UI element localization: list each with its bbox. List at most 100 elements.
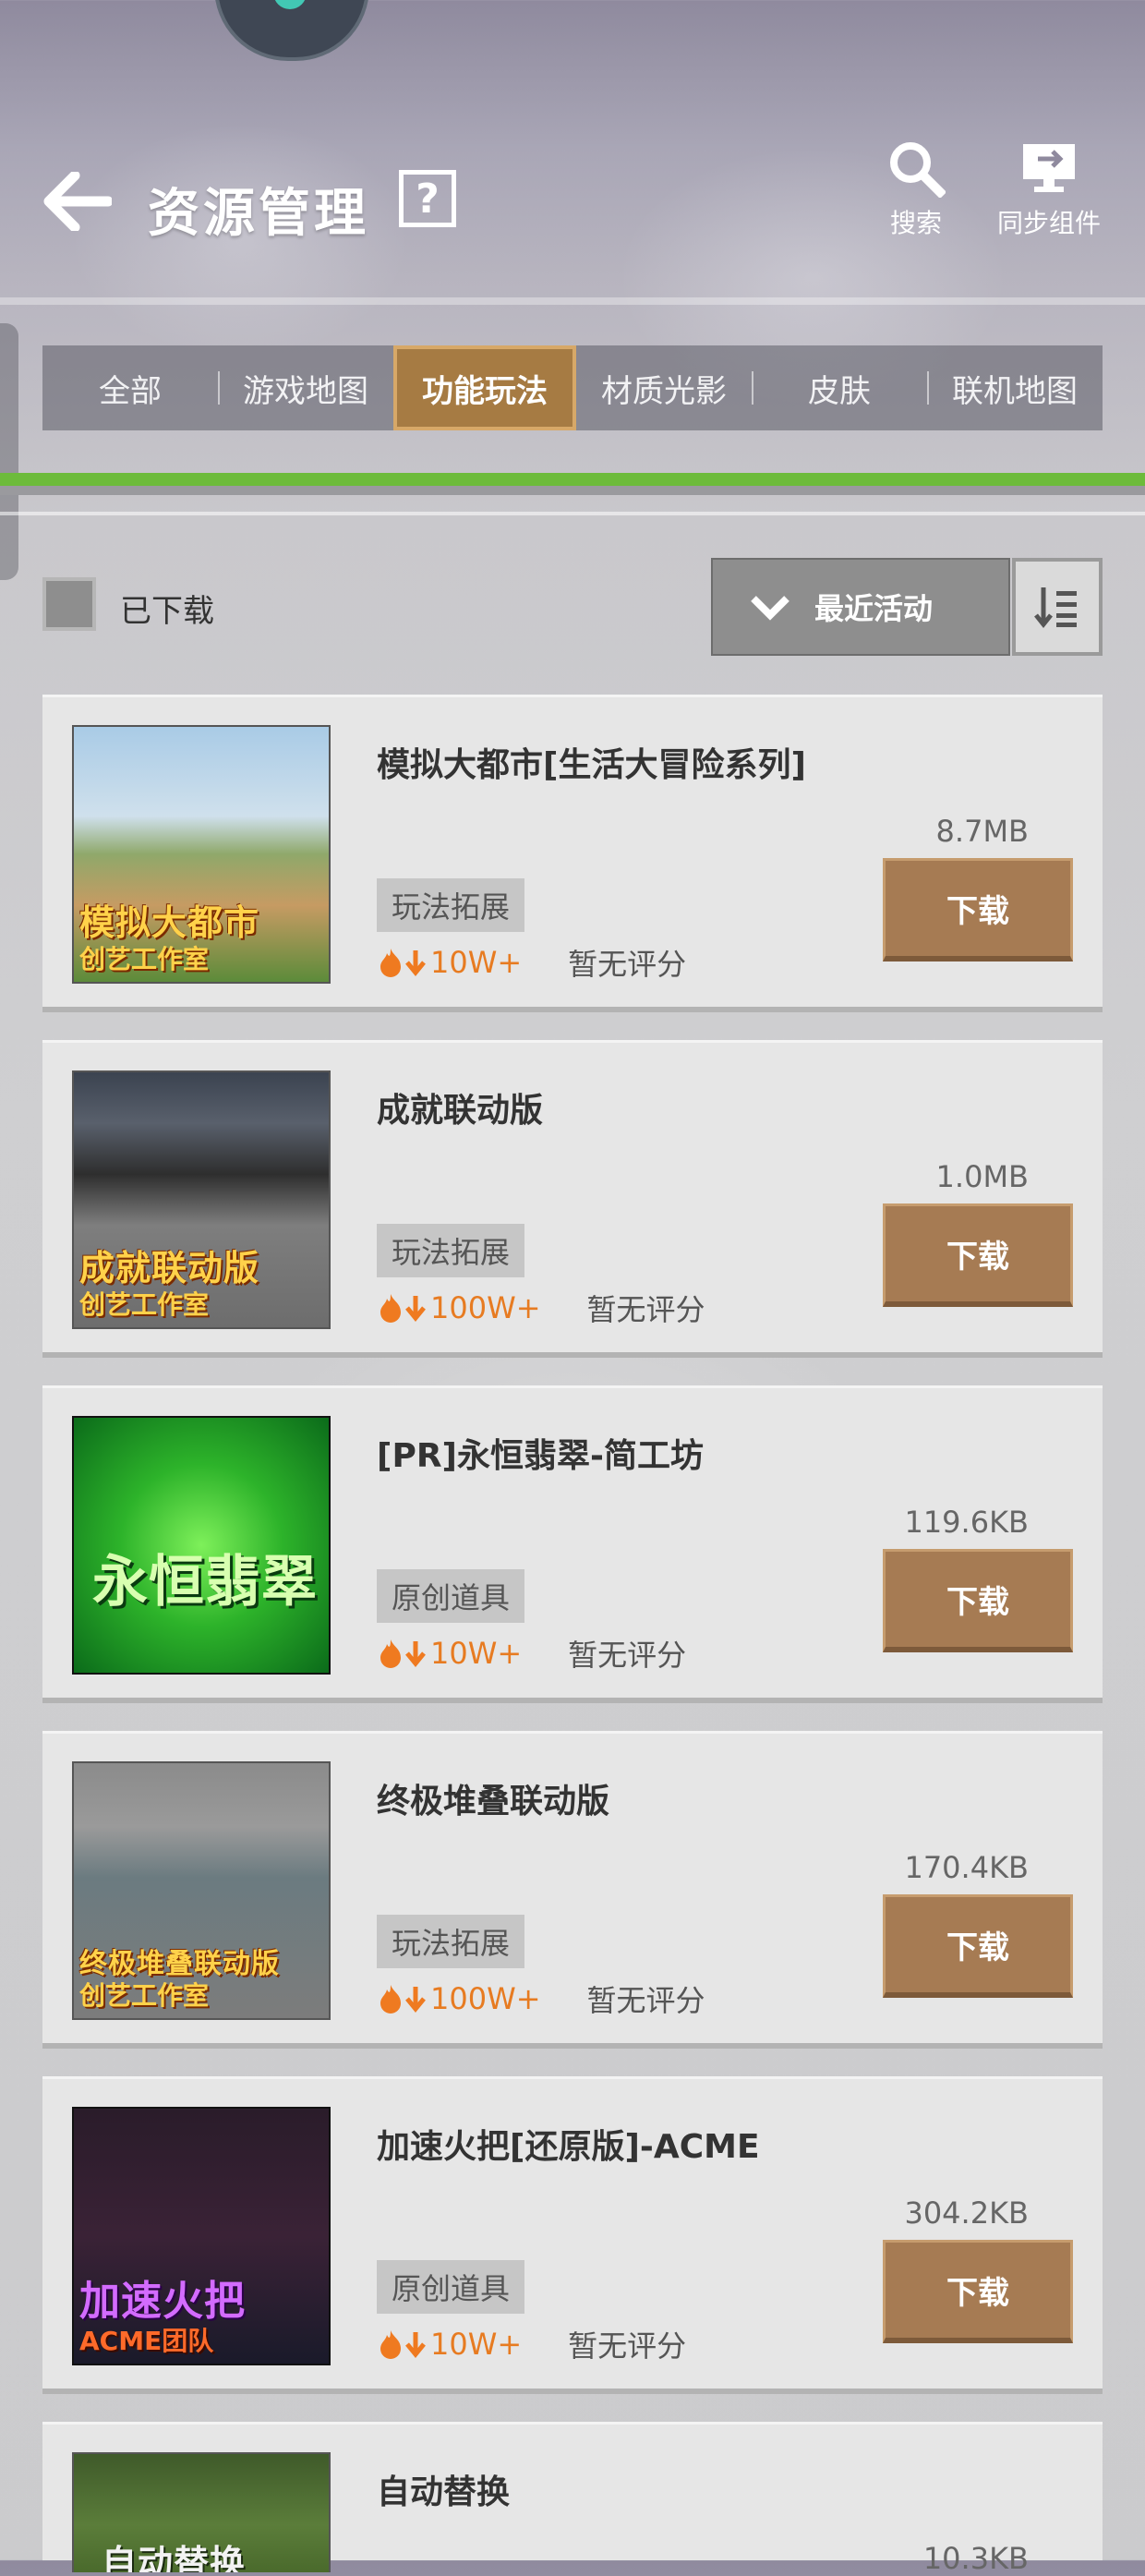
- header: 资源管理 ? 搜索 同步组件: [0, 139, 1145, 268]
- search-button[interactable]: 搜索: [886, 139, 946, 240]
- fire-icon: [380, 949, 401, 977]
- green-divider: [0, 473, 1145, 486]
- monitor-sync-icon: [1023, 144, 1075, 192]
- download-arrow-icon: [405, 1296, 426, 1322]
- rating: 暂无评分: [568, 1638, 687, 1673]
- search-label: 搜索: [889, 208, 942, 238]
- tab-all[interactable]: 全部: [42, 345, 218, 430]
- thumbnail-caption: 自动替换: [102, 2543, 247, 2572]
- rating: 暂无评分: [568, 2328, 687, 2364]
- resource-thumbnail: 永恒翡翠: [72, 1416, 331, 1675]
- help-button[interactable]: ?: [399, 170, 456, 227]
- downloaded-label: 已下载: [120, 593, 214, 630]
- resource-tag: 玩法拓展: [377, 1224, 525, 1277]
- download-arrow-icon: [405, 2332, 426, 2358]
- fire-icon: [380, 1294, 401, 1323]
- resource-stats: 100W+ 暂无评分: [377, 1287, 705, 1329]
- resource-tag: 原创道具: [377, 2260, 525, 2314]
- download-arrow-icon: [405, 1641, 426, 1667]
- fire-icon: [380, 1639, 401, 1668]
- divider-light: [0, 512, 1145, 515]
- resource-stats: 10W+ 暂无评分: [377, 2323, 686, 2365]
- thumbnail-caption: 永恒翡翠: [92, 1550, 318, 1615]
- download-arrow-icon: [405, 950, 426, 976]
- download-count: 100W+: [430, 1981, 541, 2016]
- resource-card[interactable]: 终极堆叠联动版 创艺工作室 终极堆叠联动版 170.4KB 玩法拓展 100W+…: [42, 1731, 1103, 2049]
- download-arrow-icon: [405, 1987, 426, 2013]
- divider: [0, 297, 1145, 305]
- download-button[interactable]: 下载: [883, 1894, 1073, 1998]
- thumbnail-caption: 模拟大都市: [79, 902, 260, 943]
- search-icon: [890, 142, 946, 198]
- resource-size: 119.6KB: [904, 1505, 1029, 1540]
- tab-textures[interactable]: 材质光影: [576, 345, 752, 430]
- resource-size: 10.3KB: [922, 2541, 1029, 2576]
- download-count: 10W+: [430, 1636, 523, 1671]
- thumbnail-caption: 成就联动版: [79, 1248, 260, 1288]
- resource-title: 成就联动版: [377, 1092, 544, 1130]
- resource-size: 8.7MB: [935, 814, 1029, 849]
- thumbnail-caption: 加速火把: [79, 2278, 246, 2325]
- resource-title: [PR]永恒翡翠-简工坊: [377, 1437, 704, 1475]
- resource-thumbnail: 终极堆叠联动版 创艺工作室: [72, 1761, 331, 2020]
- chevron-down-icon: [751, 596, 789, 621]
- resource-title: 模拟大都市[生活大冒险系列]: [377, 746, 806, 784]
- category-tabs: 全部 游戏地图 功能玩法 材质光影 皮肤 联机地图: [42, 345, 1103, 430]
- tab-game-maps[interactable]: 游戏地图: [218, 345, 393, 430]
- sort-order-icon: [1034, 587, 1077, 629]
- thumbnail-studio: 创艺工作室: [79, 1289, 210, 1320]
- resource-thumbnail: 自动替换: [72, 2452, 331, 2572]
- resource-tag: 玩法拓展: [377, 878, 525, 932]
- resource-card[interactable]: 加速火把 ACME团队 加速火把[还原版]-ACME 304.2KB 原创道具 …: [42, 2076, 1103, 2394]
- thumbnail-studio: 创艺工作室: [79, 944, 210, 974]
- tab-multiplayer-maps[interactable]: 联机地图: [927, 345, 1103, 430]
- rating: 暂无评分: [586, 1983, 705, 2018]
- download-button[interactable]: 下载: [883, 1203, 1073, 1307]
- resource-tag: 玩法拓展: [377, 1915, 525, 1968]
- resource-title: 加速火把[还原版]-ACME: [377, 2128, 760, 2166]
- resource-thumbnail: 成就联动版 创艺工作室: [72, 1070, 331, 1329]
- side-drawer-handle[interactable]: [0, 323, 18, 580]
- resource-card[interactable]: 自动替换 自动替换 10.3KB: [42, 2422, 1103, 2576]
- resource-size: 304.2KB: [904, 2195, 1029, 2231]
- sync-label: 同步组件: [997, 208, 1102, 238]
- rating: 暂无评分: [586, 1292, 705, 1327]
- resource-stats: 10W+ 暂无评分: [377, 1632, 686, 1675]
- thumbnail-studio: ACME团队: [79, 2326, 214, 2356]
- sort-control: 最近活动: [711, 558, 1103, 656]
- back-button[interactable]: [41, 164, 114, 238]
- download-count: 10W+: [430, 945, 523, 980]
- download-count: 10W+: [430, 2327, 523, 2362]
- resource-title: 自动替换: [377, 2473, 511, 2511]
- download-count: 100W+: [430, 1290, 541, 1325]
- sort-dropdown[interactable]: 最近活动: [711, 558, 1010, 656]
- resource-card[interactable]: 永恒翡翠 [PR]永恒翡翠-简工坊 119.6KB 原创道具 10W+ 暂无评分…: [42, 1385, 1103, 1703]
- resource-thumbnail: 模拟大都市 创艺工作室: [72, 725, 331, 984]
- divider-shadow: [0, 486, 1145, 495]
- tab-skins[interactable]: 皮肤: [752, 345, 927, 430]
- app-logo: [214, 0, 369, 61]
- resource-card[interactable]: 模拟大都市 创艺工作室 模拟大都市[生活大冒险系列] 8.7MB 玩法拓展 10…: [42, 695, 1103, 1012]
- download-button[interactable]: 下载: [883, 2240, 1073, 2343]
- logo-dot: [273, 0, 307, 9]
- resource-stats: 100W+ 暂无评分: [377, 1977, 705, 2020]
- page-title: 资源管理: [148, 184, 369, 244]
- download-button[interactable]: 下载: [883, 1549, 1073, 1652]
- fire-icon: [380, 2330, 401, 2359]
- tab-gameplay[interactable]: 功能玩法: [393, 345, 576, 430]
- help-icon: ?: [416, 175, 440, 223]
- resource-title: 终极堆叠联动版: [377, 1783, 610, 1820]
- resource-size: 170.4KB: [904, 1850, 1029, 1885]
- arrow-left-icon: [43, 172, 112, 231]
- resource-thumbnail: 加速火把 ACME团队: [72, 2107, 331, 2365]
- sync-components-button[interactable]: 同步组件: [997, 139, 1101, 240]
- rating: 暂无评分: [568, 947, 687, 982]
- sort-order-button[interactable]: [1012, 558, 1103, 656]
- downloaded-checkbox[interactable]: [42, 577, 96, 631]
- resource-card[interactable]: 成就联动版 创艺工作室 成就联动版 1.0MB 玩法拓展 100W+ 暂无评分 …: [42, 1040, 1103, 1358]
- resource-size: 1.0MB: [935, 1159, 1029, 1194]
- resource-tag: 原创道具: [377, 1569, 525, 1623]
- sort-label: 最近活动: [814, 591, 934, 626]
- download-button[interactable]: 下载: [883, 858, 1073, 961]
- resource-stats: 10W+ 暂无评分: [377, 941, 686, 984]
